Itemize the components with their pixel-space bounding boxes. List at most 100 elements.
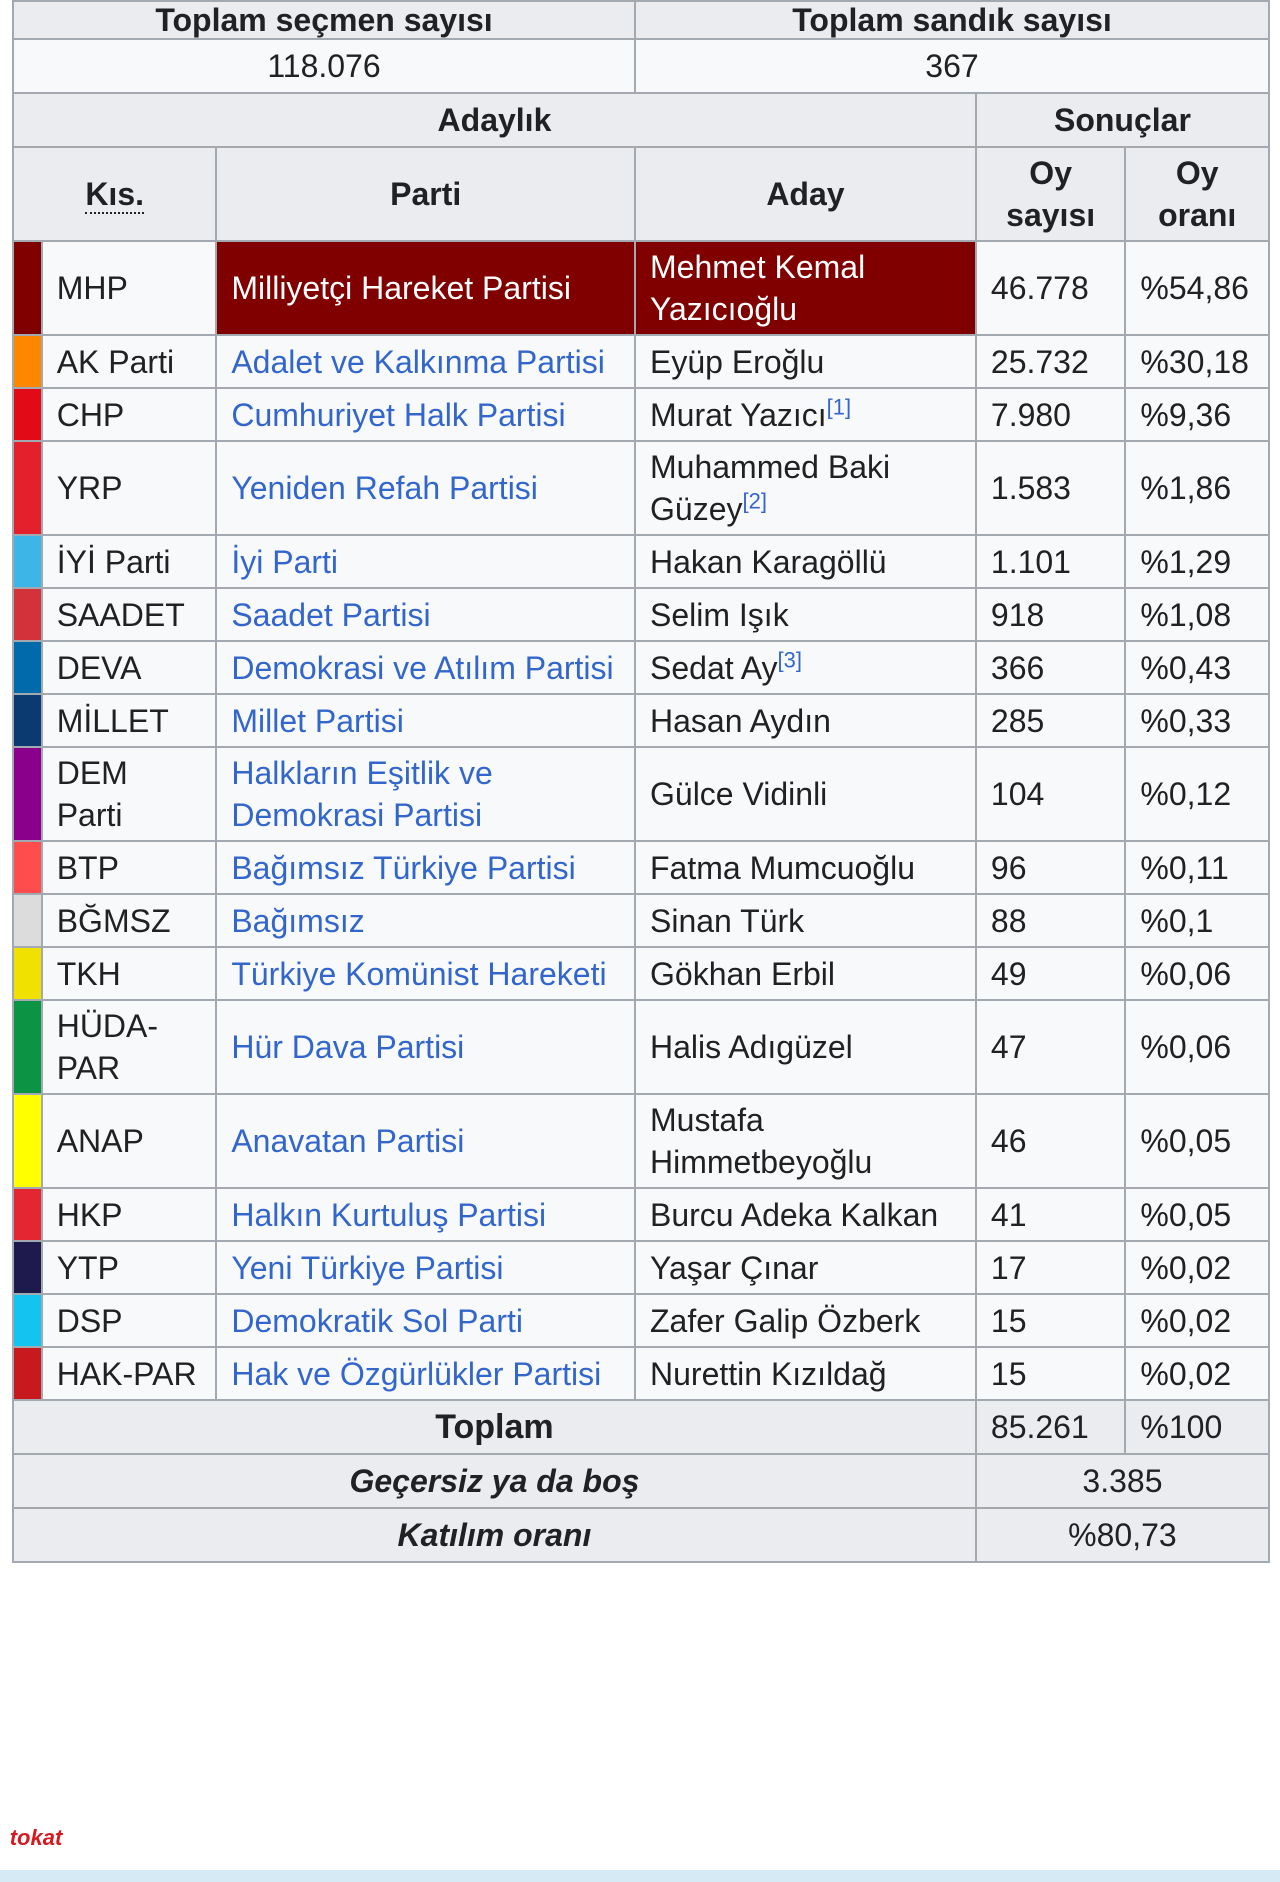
candidate-name: Nurettin Kızıldağ (650, 1355, 887, 1392)
candidate-name: Zafer Galip Özberk (650, 1302, 921, 1339)
party-link[interactable]: Adalet ve Kalkınma Partisi (231, 344, 605, 380)
party-abbr: MİLLET (40, 693, 218, 748)
candidate-cell: Hakan Karagöllü (634, 534, 977, 589)
vote-count: 49 (974, 946, 1127, 1001)
party-row: YRP Yeniden Refah Partisi Muhammed Baki Gü… (12, 440, 1270, 536)
result-rows: MHP Milliyetçi Hareket Partisi Mehmet Kema… (12, 240, 1270, 1401)
party-color-swatch (12, 1093, 43, 1189)
vote-count: 366 (974, 640, 1127, 695)
party-row: HAK-PAR Hak ve Özgürlükler Partisi Nuretti… (12, 1346, 1270, 1401)
party-row: TKH Türkiye Komünist Hareketi Gökhan Erbil… (12, 946, 1270, 1001)
party-abbr: DEM Parti (40, 746, 218, 842)
party-link[interactable]: Yeni Türkiye Partisi (231, 1250, 503, 1286)
candidate-name: Halis Adıgüzel (650, 1029, 853, 1065)
abbr-header[interactable]: Kıs. (11, 146, 218, 242)
party-link[interactable]: Millet Partisi (231, 703, 403, 739)
party-color-swatch (12, 746, 43, 842)
vote-count: 15 (974, 1293, 1127, 1348)
party-cell: Adalet ve Kalkınma Partisi (215, 334, 636, 389)
voters-value: 118.076 (12, 38, 636, 94)
vote-share: %0,02 (1124, 1293, 1270, 1348)
party-abbr: YTP (40, 1240, 218, 1295)
summary-value-row: 118.076 367 (12, 38, 1270, 94)
party-cell: Milliyetçi Hareket Partisi (215, 240, 636, 336)
total-row: Toplam 85.261 %100 (12, 1399, 1270, 1455)
summary-header-row: Toplam seçmen sayısı Toplam sandık sayıs… (12, 0, 1270, 40)
candidate-cell: Halis Adıgüzel (634, 999, 977, 1095)
party-abbr: CHP (40, 387, 218, 442)
group-header-row: Adaylık Sonuçlar (12, 92, 1271, 148)
reference-link[interactable]: [3] (778, 647, 802, 672)
party-abbr: YRP (40, 440, 218, 536)
party-link[interactable]: Cumhuriyet Halk Partisi (231, 397, 565, 433)
candidate-cell: Murat Yazıcı[1] (634, 387, 977, 442)
candidate-name: Murat Yazıcı (650, 396, 827, 433)
vote-count: 41 (974, 1187, 1127, 1242)
candidate-name: Yaşar Çınar (650, 1249, 819, 1286)
party-link[interactable]: Halkın Kurtuluş Partisi (231, 1197, 546, 1233)
party-link[interactable]: Bağımsız Türkiye Partisi (231, 850, 575, 886)
candidate-name: Sedat Ay (650, 649, 778, 686)
candidate-cell: Muhammed Baki Güzey[2] (634, 440, 977, 536)
candidate-cell: Sinan Türk (634, 893, 977, 948)
party-row: SAADET Saadet Partisi Selim Işık 918 %1,08 (12, 587, 1270, 642)
party-cell: Demokratik Sol Parti (215, 1293, 636, 1348)
party-link[interactable]: Saadet Partisi (231, 597, 430, 633)
party-link[interactable]: Türkiye Komünist Hareketi (231, 956, 606, 992)
candidate-name: Mehmet Kemal Yazıcıoğlu (650, 249, 866, 327)
vote-share: %0,06 (1124, 946, 1270, 1001)
total-label: Toplam (12, 1399, 977, 1455)
party-link[interactable]: Hür Dava Partisi (231, 1029, 464, 1065)
party-cell: Saadet Partisi (215, 587, 636, 642)
total-share: %100 (1124, 1399, 1270, 1455)
party-name: Milliyetçi Hareket Partisi (231, 270, 571, 306)
vote-share: %0,05 (1124, 1187, 1270, 1242)
party-link[interactable]: Bağımsız (231, 903, 364, 939)
party-header: Parti (215, 146, 636, 242)
votes-header-line2: sayısı (1006, 197, 1096, 233)
vote-share: %0,11 (1124, 840, 1270, 895)
party-abbr: ANAP (40, 1093, 218, 1189)
party-color-swatch (12, 640, 43, 695)
party-row: HKP Halkın Kurtuluş Partisi Burcu Adeka Ka… (12, 1187, 1270, 1242)
party-link[interactable]: Halkların Eşitlik ve Demokrasi Partisi (231, 755, 492, 833)
party-link[interactable]: Demokrasi ve Atılım Partisi (231, 650, 613, 686)
invalid-value: 3.385 (974, 1453, 1271, 1509)
tokat-logo: tokat (0, 1808, 72, 1868)
party-abbr: BTP (40, 840, 218, 895)
party-row: AK Parti Adalet ve Kalkınma Partisi Eyüp E… (12, 334, 1270, 389)
party-abbr: SAADET (40, 587, 218, 642)
party-color-swatch (12, 1187, 43, 1242)
turnout-row: Katılım oranı %80,73 (12, 1507, 1271, 1563)
candidate-cell: Mehmet Kemal Yazıcıoğlu (634, 240, 977, 336)
share-header-line1: Oy (1175, 155, 1219, 191)
reference-link[interactable]: [2] (742, 488, 766, 513)
party-link[interactable]: İyi Parti (231, 544, 338, 580)
party-link[interactable]: Anavatan Partisi (231, 1123, 464, 1159)
party-cell: Hak ve Özgürlükler Partisi (215, 1346, 636, 1401)
candidate-cell: Mustafa Himmetbeyoğlu (634, 1093, 977, 1189)
reference-link[interactable]: [1] (827, 394, 851, 419)
party-row: ANAP Anavatan Partisi Mustafa Himmetbeyoğl… (12, 1093, 1270, 1189)
party-cell: Türkiye Komünist Hareketi (215, 946, 636, 1001)
party-link[interactable]: Yeniden Refah Partisi (231, 470, 538, 506)
party-row: YTP Yeni Türkiye Partisi Yaşar Çınar 17 %0,0… (12, 1240, 1270, 1295)
bottom-bar (0, 1870, 1280, 1882)
party-link[interactable]: Demokratik Sol Parti (231, 1303, 523, 1339)
party-link[interactable]: Hak ve Özgürlükler Partisi (231, 1356, 601, 1392)
candidate-cell: Fatma Mumcuoğlu (634, 840, 977, 895)
vote-share: %0,43 (1124, 640, 1270, 695)
party-color-swatch (12, 1293, 43, 1348)
abbr-header-text[interactable]: Kıs. (85, 176, 144, 214)
party-cell: Halkların Eşitlik ve Demokrasi Partisi (215, 746, 636, 842)
votes-header-line1: Oy (1029, 155, 1072, 191)
party-color-swatch (12, 946, 43, 1001)
party-cell: Cumhuriyet Halk Partisi (215, 387, 636, 442)
party-color-swatch (12, 240, 43, 336)
share-header-line2: oranı (1158, 197, 1237, 233)
vote-count: 104 (974, 746, 1127, 842)
candidate-header: Aday (634, 146, 977, 242)
vote-share: %0,33 (1124, 693, 1270, 748)
vote-share: %9,36 (1124, 387, 1270, 442)
party-cell: Demokrasi ve Atılım Partisi (215, 640, 636, 695)
